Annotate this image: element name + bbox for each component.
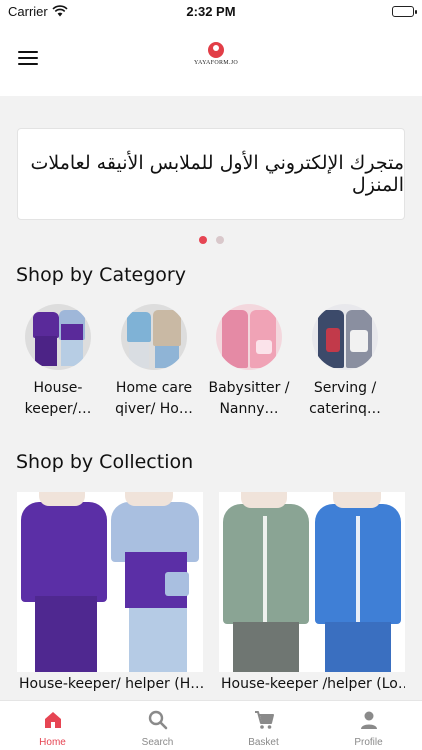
collection-card-housekeeper-long[interactable]: House-keeper /helper (Lo…: [219, 492, 405, 702]
bottom-tab-bar: Home Search Basket Profile: [0, 700, 422, 750]
category-item-serving[interactable]: Serving / caterinq…: [302, 304, 388, 420]
clock: 2:32 PM: [186, 4, 236, 19]
collection-image: [17, 492, 203, 672]
search-icon: [147, 709, 169, 731]
category-label: Serving / caterinq…: [309, 380, 381, 417]
collection-section-title: Shop by Collection: [16, 451, 194, 473]
tab-label: Search: [141, 737, 174, 748]
hamburger-menu-icon[interactable]: [18, 51, 40, 67]
promo-banner[interactable]: متجرك الإلكتروني الأول للملابس الأنيقه ل…: [17, 128, 405, 220]
brand-logo: YAYAFORM.JO: [186, 42, 246, 66]
tab-label: Profile: [354, 737, 383, 748]
category-item-home-care[interactable]: Home care qiver/ Ho…: [111, 304, 197, 420]
banner-text: متجرك الإلكتروني الأول للملابس الأنيقه ل…: [30, 152, 404, 196]
tab-profile[interactable]: Profile: [316, 701, 421, 750]
category-image: [25, 304, 91, 370]
collection-label: House-keeper/ helper (H…: [19, 676, 203, 692]
profile-icon: [358, 709, 380, 731]
category-image: [216, 304, 282, 370]
status-bar: Carrier 2:32 PM: [0, 0, 422, 24]
category-label: House-keeper/…: [24, 380, 92, 417]
collection-card-housekeeper[interactable]: House-keeper/ helper (H…: [17, 492, 203, 702]
battery-icon: [392, 6, 417, 17]
tab-label: Home: [39, 737, 66, 748]
tab-home[interactable]: Home: [0, 701, 105, 750]
tab-label: Basket: [248, 737, 279, 748]
category-item-housekeeper[interactable]: House-keeper/…: [15, 304, 101, 420]
collection-label: House-keeper /helper (Lo…: [221, 676, 405, 692]
logo-mark-icon: [208, 42, 224, 58]
category-image: [312, 304, 378, 370]
category-label: Babysitter / Nanny…: [208, 380, 290, 417]
category-item-babysitter[interactable]: Babysitter / Nanny…: [206, 304, 292, 420]
collection-image: [219, 492, 405, 672]
carousel-dot[interactable]: [216, 236, 224, 244]
category-list: House-keeper/… Home care qiver/ Ho… Baby…: [0, 304, 422, 424]
tab-basket[interactable]: Basket: [211, 701, 316, 750]
top-app-bar: YAYAFORM.JO: [0, 24, 422, 96]
home-icon: [42, 709, 64, 731]
basket-icon: [253, 709, 275, 731]
carousel-dot-active[interactable]: [199, 236, 207, 244]
logo-text: YAYAFORM.JO: [194, 60, 238, 66]
category-label: Home care qiver/ Ho…: [115, 380, 193, 417]
category-section-title: Shop by Category: [16, 264, 186, 286]
tab-search[interactable]: Search: [105, 701, 210, 750]
category-image: [121, 304, 187, 370]
